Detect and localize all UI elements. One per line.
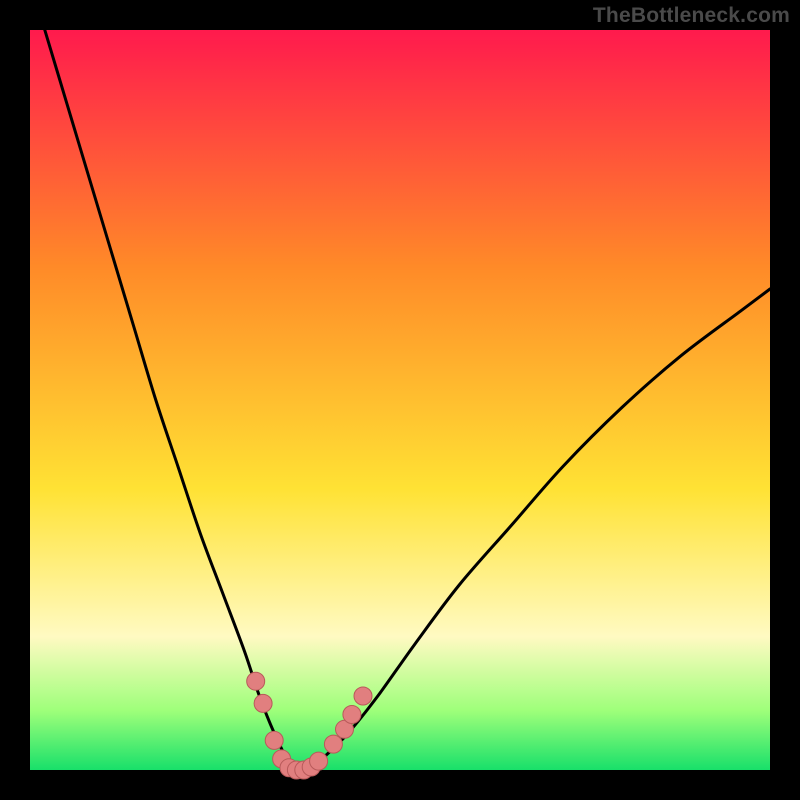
data-marker: [324, 735, 342, 753]
chart-frame: { "attribution": "TheBottleneck.com", "c…: [0, 0, 800, 800]
plot-background: [30, 30, 770, 770]
data-marker: [247, 672, 265, 690]
bottleneck-chart: [0, 0, 800, 800]
data-marker: [310, 752, 328, 770]
data-marker: [254, 694, 272, 712]
data-marker: [265, 731, 283, 749]
attribution-text: TheBottleneck.com: [593, 4, 790, 28]
data-marker: [343, 706, 361, 724]
data-marker: [354, 687, 372, 705]
